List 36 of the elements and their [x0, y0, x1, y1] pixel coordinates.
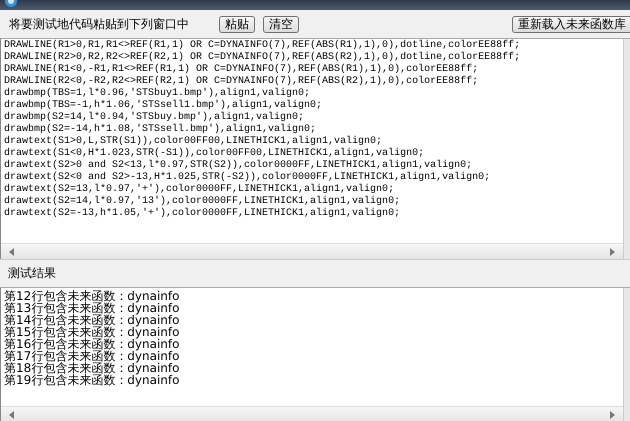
code-line: DRAWLINE(R1<0,-R1,R1<>REF(R1,1) OR C=DYNAINFO(7),REF(ABS(R1),1),0),colorEE88ff;	[4, 64, 480, 76]
code-line: DRAWLINE(R2<0,-R2,R2<>REF(R2,1) OR C=DYNAINFO(7),REF(ABS(R2),1),0),colorEE88ff;	[4, 76, 480, 88]
code-line: drawtext(S1>0,L,STR(S1)),color00FF00,LINETHICK1,align1,valign0;	[4, 136, 384, 148]
scroll-right-icon[interactable]	[610, 248, 615, 256]
vertical-scrollbar[interactable]	[623, 39, 630, 259]
horizontal-scrollbar[interactable]	[1, 406, 623, 421]
code-line: drawtext(S1<0,H*1.023,STR(-S1)),color00FF00,LINETHICK1,align1,valign0;	[4, 148, 426, 160]
code-line: drawtext(S2>0 and S2<13,l*0.97,STR(S2)),color0000FF,LINETHICK1,align1,valign0;	[4, 160, 474, 172]
code-line: drawtext(S2=13,l*0.97,'+'),color0000FF,LINETHICK1,align1,valign0;	[4, 184, 396, 196]
horizontal-scrollbar[interactable]	[1, 243, 623, 259]
result-line: 第18行包含未来函数：dynainfo	[4, 362, 180, 374]
reload-library-button[interactable]: 重新载入未来函数库	[512, 16, 630, 32]
code-line: drawbmp(TBS=-1,h*1.06,'STSsell1.bmp'),align1,valign0;	[4, 100, 324, 112]
code-line: drawbmp(S2=14,l*0.94,'STSbuy.bmp'),align1,valign0;	[4, 112, 306, 124]
result-line: 第13行包含未来函数：dynainfo	[4, 302, 180, 314]
result-line: 第17行包含未来函数：dynainfo	[4, 350, 180, 362]
instruction-label: 将要测试地代码粘贴到下列窗口中	[9, 16, 190, 32]
vertical-scrollbar[interactable]	[623, 288, 630, 421]
code-line: drawbmp(TBS=1,l*0.96,'STSbuy1.bmp'),align1,valign0;	[4, 88, 312, 100]
result-line: 第16行包含未来函数：dynainfo	[4, 338, 180, 350]
clear-button[interactable]: 清空	[263, 16, 299, 32]
paste-button[interactable]: 粘贴	[219, 16, 255, 32]
code-line: DRAWLINE(R2>0,R2,R2<>REF(R2,1) OR C=DYNAINFO(7),REF(ABS(R2),1),0),dotline,colorEE88ff;	[4, 52, 522, 64]
scroll-right-icon[interactable]	[610, 410, 615, 418]
result-line: 第15行包含未来函数：dynainfo	[4, 326, 180, 338]
result-line: 第14行包含未来函数：dynainfo	[4, 314, 180, 326]
result-line: 第12行包含未来函数：dynainfo	[4, 290, 180, 302]
code-line: drawtext(S2=14,l*0.97,'13'),color0000FF,LINETHICK1,align1,valign0;	[4, 196, 402, 208]
result-line: 第19行包含未来函数：dynainfo	[4, 374, 180, 386]
scroll-left-icon[interactable]	[9, 248, 14, 256]
code-line: drawtext(S2<0 and S2>-13,H*1.025,STR(-S2)),color0000FF,LINETHICK1,align1,valign0;	[4, 172, 492, 184]
code-line: drawtext(S2=-13,h*1.05,'+'),color0000FF,LINETHICK1,align1,valign0;	[4, 208, 402, 220]
scroll-left-icon[interactable]	[9, 410, 14, 418]
code-line: DRAWLINE(R1>0,R1,R1<>REF(R1,1) OR C=DYNAINFO(7),REF(ABS(R1),1),0),dotline,colorEE88ff;	[4, 40, 522, 52]
results-label: 测试结果	[8, 265, 56, 282]
code-line: drawbmp(S2=-14,h*1.08,'STSsell.bmp'),align1,valign0;	[4, 124, 318, 136]
